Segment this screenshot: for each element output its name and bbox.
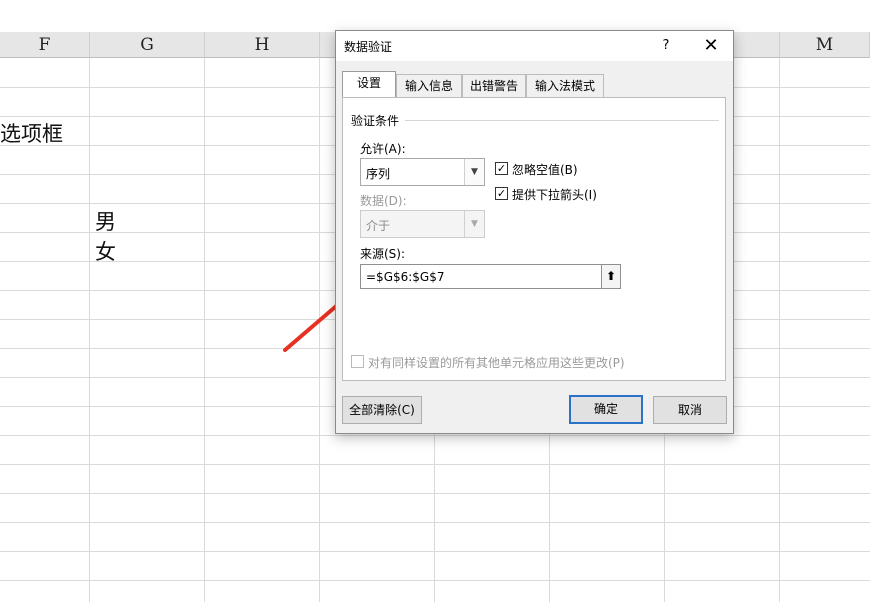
tab-input-message[interactable]: 输入信息 (396, 74, 462, 97)
cell-g6[interactable]: 男 (95, 206, 116, 236)
ok-button[interactable]: 确定 (569, 395, 643, 424)
collapse-up-icon[interactable]: ⬆ (601, 264, 621, 289)
in-cell-dropdown-checkbox[interactable]: ✓ (495, 187, 508, 200)
apply-all-label[interactable]: 对有同样设置的所有其他单元格应用这些更改(P) (368, 354, 625, 371)
column-header-f[interactable]: F (0, 32, 90, 58)
allow-select[interactable]: 序列 ▼ (360, 158, 485, 186)
column-header-m[interactable]: M (780, 32, 870, 58)
allow-select-value: 序列 (366, 167, 391, 181)
column-line (89, 58, 90, 602)
row-line (0, 464, 870, 465)
tab-settings[interactable]: 设置 (342, 71, 396, 97)
data-select: 介于 ▼ (360, 210, 485, 238)
settings-panel: 验证条件 允许(A): 序列 ▼ ✓ 忽略空值(B) ✓ 提供下拉箭头(I) 数… (342, 97, 726, 381)
row-line (0, 551, 870, 552)
cell-f-label[interactable]: 选项框 (0, 118, 63, 148)
help-button[interactable]: ? (654, 35, 678, 57)
chevron-down-icon: ▼ (464, 211, 484, 237)
chevron-down-icon[interactable]: ▼ (464, 159, 484, 185)
source-label: 来源(S): (360, 247, 406, 261)
source-input[interactable]: =$G$6:$G$7 (360, 264, 621, 289)
ignore-blank-checkbox[interactable]: ✓ (495, 162, 508, 175)
data-label: 数据(D): (360, 194, 407, 208)
in-cell-dropdown-label[interactable]: 提供下拉箭头(I) (512, 186, 597, 203)
tab-error-alert[interactable]: 出错警告 (462, 74, 526, 97)
apply-all-checkbox[interactable] (351, 355, 364, 368)
allow-label: 允许(A): (360, 142, 406, 156)
close-icon[interactable]: ✕ (698, 34, 724, 58)
row-line (0, 522, 870, 523)
dialog-titlebar[interactable]: 数据验证 ? ✕ (336, 31, 733, 61)
validation-criteria-title: 验证条件 (351, 112, 404, 129)
row-line (0, 435, 870, 436)
row-line (0, 580, 870, 581)
source-input-value: =$G$6:$G$7 (366, 270, 445, 284)
column-line (779, 58, 780, 602)
row-line (0, 493, 870, 494)
column-header-g[interactable]: G (90, 32, 205, 58)
cancel-button[interactable]: 取消 (653, 396, 727, 424)
cell-g7[interactable]: 女 (95, 236, 116, 266)
tab-ime-mode[interactable]: 输入法模式 (526, 74, 604, 97)
data-validation-dialog: 数据验证 ? ✕ 设置 输入信息 出错警告 输入法模式 验证条件 允许(A): … (335, 30, 734, 434)
dialog-title: 数据验证 (344, 40, 393, 54)
ignore-blank-label[interactable]: 忽略空值(B) (512, 161, 578, 178)
group-divider (405, 120, 719, 121)
clear-all-button[interactable]: 全部清除(C) (342, 396, 422, 424)
data-select-value: 介于 (366, 219, 391, 233)
column-line (204, 58, 205, 602)
column-header-h[interactable]: H (205, 32, 320, 58)
